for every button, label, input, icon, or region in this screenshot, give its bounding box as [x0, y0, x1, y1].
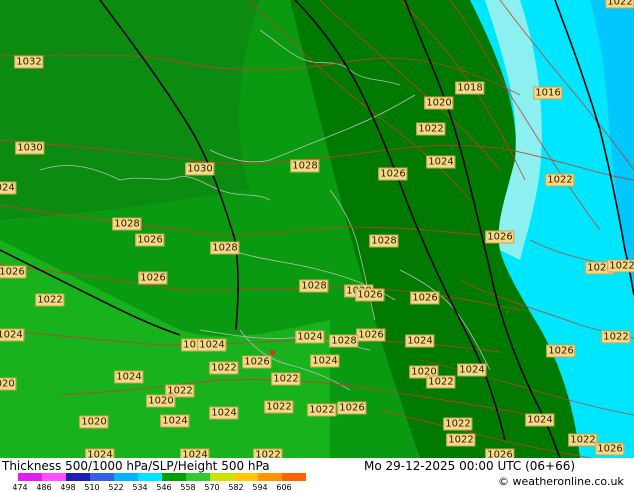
pressure-label: 1026 — [595, 442, 625, 456]
pressure-label: 1028 — [112, 217, 142, 231]
pressure-label: 1024 — [525, 413, 555, 427]
scale-swatch — [234, 473, 258, 481]
scale-swatch — [210, 473, 234, 481]
pressure-label: 1022 — [443, 417, 473, 431]
pressure-label: 1024 — [85, 448, 115, 458]
pressure-label: 1018 — [455, 81, 485, 95]
pressure-label: 1022 — [601, 330, 631, 344]
pressure-label: 1022 — [605, 0, 634, 9]
pressure-label: 1028 — [299, 279, 329, 293]
pressure-label: 1026 — [242, 355, 272, 369]
scale-swatch — [90, 473, 114, 481]
pressure-label: 1026 — [378, 167, 408, 181]
pressure-label: 1026 — [546, 344, 576, 358]
pressure-label: 1026 — [138, 271, 168, 285]
pressure-label: 1024 — [457, 363, 487, 377]
pressure-label: 1024 — [310, 354, 340, 368]
scale-tick-label: 606 — [276, 483, 292, 492]
band-medium-green-north — [0, 0, 260, 220]
scale-tick-label: 558 — [180, 483, 196, 492]
credit-link[interactable]: © weatheronline.co.uk — [498, 475, 624, 488]
scale-tick-label: 582 — [228, 483, 244, 492]
pressure-label: 1022 — [307, 403, 337, 417]
pressure-label: 1024 — [197, 338, 227, 352]
pressure-label: 1020 — [146, 394, 176, 408]
pressure-label: 1024 — [295, 330, 325, 344]
pressure-label: 1022 — [416, 122, 446, 136]
pressure-label: 1032 — [14, 55, 44, 69]
pressure-label: 1026 — [485, 448, 515, 458]
scale-swatch — [186, 473, 210, 481]
pressure-label: 1024 — [0, 328, 25, 342]
pressure-label: 1024 — [114, 370, 144, 384]
scale-tick-label: 498 — [60, 483, 76, 492]
scale-tick-label: 522 — [108, 483, 124, 492]
pressure-label: 1030 — [185, 162, 215, 176]
marker-square — [270, 350, 275, 355]
pressure-label: 1022 — [568, 433, 598, 447]
pressure-label: 1020 — [0, 377, 17, 391]
pressure-label: 1016 — [533, 86, 563, 100]
scale-tick-label: 570 — [204, 483, 220, 492]
pressure-label: 1026 — [135, 233, 165, 247]
scale-swatch — [282, 473, 306, 481]
scale-swatch — [258, 473, 282, 481]
scale-tick-label: 546 — [156, 483, 172, 492]
map-footer: Thickness 500/1000 hPa/SLP/Height 500 hP… — [0, 458, 634, 492]
pressure-label: 1024 — [209, 406, 239, 420]
pressure-label: 1028 — [290, 159, 320, 173]
pressure-label: 1024 — [160, 414, 190, 428]
scale-tick-label: 486 — [36, 483, 52, 492]
forecast-datetime: Mo 29-12-2025 00:00 UTC (06+66) — [364, 459, 576, 473]
pressure-label: 1020 — [79, 415, 109, 429]
pressure-label: 1028 — [329, 334, 359, 348]
pressure-label: 1026 — [337, 401, 367, 415]
pressure-label: 1026 — [485, 230, 515, 244]
scale-swatch — [42, 473, 66, 481]
pressure-label: 1022 — [253, 448, 283, 458]
scale-swatch — [114, 473, 138, 481]
scale-tick-label: 534 — [132, 483, 148, 492]
scale-tick-label: 474 — [12, 483, 28, 492]
pressure-label: 1024 — [180, 448, 210, 458]
weather-map[interactable]: 1032 1030 1030 1028 1026 1028 1028 1026 … — [0, 0, 634, 458]
pressure-label: 1030 — [15, 141, 45, 155]
pressure-label: 1022 — [35, 293, 65, 307]
scale-swatch — [18, 473, 42, 481]
pressure-label: 1022 — [545, 173, 575, 187]
pressure-label: 1022 — [607, 259, 634, 273]
pressure-label: 1020 — [424, 96, 454, 110]
pressure-label: 1024 — [0, 181, 17, 195]
pressure-label: 1022 — [446, 433, 476, 447]
scale-swatch — [66, 473, 90, 481]
map-canvas — [0, 0, 634, 458]
pressure-label: 1026 — [355, 288, 385, 302]
pressure-label: 1026 — [410, 291, 440, 305]
pressure-label: 1022 — [271, 372, 301, 386]
pressure-label: 1026 — [356, 328, 386, 342]
scale-tick-label: 594 — [252, 483, 268, 492]
pressure-label: 1024 — [426, 155, 456, 169]
pressure-label: 1024 — [405, 334, 435, 348]
map-title: Thickness 500/1000 hPa/SLP/Height 500 hP… — [2, 459, 270, 473]
scale-tick-label: 510 — [84, 483, 100, 492]
pressure-label: 1022 — [264, 400, 294, 414]
pressure-label: 1028 — [210, 241, 240, 255]
scale-swatch — [162, 473, 186, 481]
pressure-label: 1026 — [0, 265, 27, 279]
scale-swatch — [138, 473, 162, 481]
pressure-label: 1022 — [209, 361, 239, 375]
pressure-label: 1022 — [426, 375, 456, 389]
pressure-label: 1028 — [369, 234, 399, 248]
